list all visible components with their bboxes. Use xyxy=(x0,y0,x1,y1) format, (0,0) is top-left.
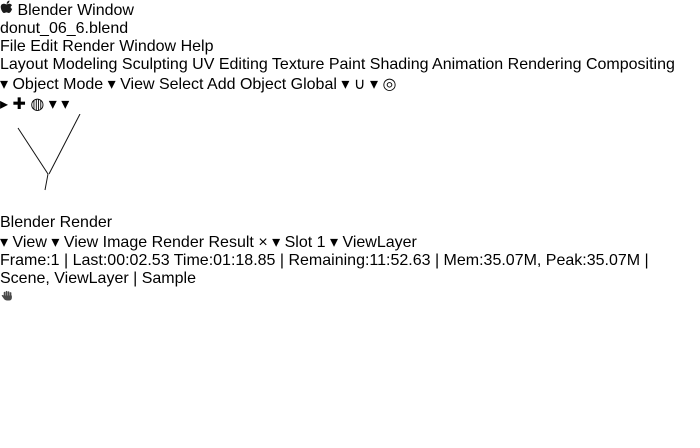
chevron-down-icon: ▾ xyxy=(272,234,281,251)
render-result-image[interactable] xyxy=(0,288,700,308)
tab-modeling[interactable]: Modeling xyxy=(53,56,118,73)
image-datablock-field[interactable]: Render Result xyxy=(152,234,259,251)
view-mode-label: View xyxy=(12,234,47,251)
render-window-title: Blender Render xyxy=(0,214,113,231)
slot-label: Slot 1 xyxy=(284,234,326,251)
snap-magnet-icon[interactable]: ∪ xyxy=(354,76,366,93)
chevron-down-icon: ▾ xyxy=(341,76,350,93)
chevron-down-icon: ▾ xyxy=(329,234,338,251)
viewport-header: ▾ Object Mode ▾ View Select Add Object G… xyxy=(0,74,700,114)
chevron-down-icon: ▾ xyxy=(48,96,57,113)
menu-edit[interactable]: Edit xyxy=(30,38,58,55)
blender-topbar: File Edit Render Window Help Layout Mode… xyxy=(0,38,700,74)
render-titlebar[interactable]: Blender Render xyxy=(0,214,700,232)
image-name: Render Result xyxy=(151,234,254,251)
select-tool-icon[interactable]: ▸ xyxy=(0,96,8,113)
viewport-menu-view[interactable]: View xyxy=(120,76,154,93)
blender-main-window: donut_06_6.blend File Edit Render Window… xyxy=(0,20,700,214)
tab-texture-paint[interactable]: Texture Paint xyxy=(272,56,365,73)
image-editor-header: ▾ View ▾ View Image Render Result × ▾ Sl… xyxy=(0,232,700,252)
viewport-menu-object[interactable]: Object xyxy=(240,76,286,93)
viewport-3d[interactable] xyxy=(0,113,700,214)
orientation-label: Global xyxy=(290,76,337,93)
macos-menubar: Blender Window xyxy=(0,0,700,20)
render-window: Blender Render ▾ View ▾ View Image Rende… xyxy=(0,214,700,308)
menu-render[interactable]: Render xyxy=(62,38,114,55)
chevron-down-icon: ▾ xyxy=(107,76,116,93)
view-mode-dropdown[interactable]: View ▾ xyxy=(12,234,63,251)
orientation-dropdown[interactable]: Global ▾ xyxy=(291,76,354,93)
proportional-editing-icon[interactable]: ◎ xyxy=(382,76,396,93)
macos-window-menu[interactable]: Window xyxy=(77,2,134,19)
tab-uv-editing[interactable]: UV Editing xyxy=(192,56,268,73)
tab-sculpting[interactable]: Sculpting xyxy=(122,56,188,73)
tab-compositing[interactable]: Compositing xyxy=(586,56,675,73)
chevron-down-icon: ▾ xyxy=(370,76,379,93)
render-status-bar: Frame:1 | Last:00:02.53 Time:01:18.85 | … xyxy=(0,252,700,288)
image-menu-image[interactable]: Image xyxy=(103,234,147,251)
viewport-menu-add[interactable]: Add xyxy=(207,76,235,93)
blender-titlebar[interactable]: donut_06_6.blend xyxy=(0,20,700,38)
apple-menu-icon[interactable] xyxy=(0,0,17,19)
blender-window-title: donut_06_6.blend xyxy=(0,20,129,37)
gizmo-toggle-icon[interactable]: ✚ xyxy=(12,96,25,113)
mode-dropdown[interactable]: Object Mode ▾ xyxy=(12,76,120,93)
desktop: Blender Window donut_06_6.blend File Edi… xyxy=(0,0,700,448)
viewport-header-right: ▸ ✚ ◍ ▾ ▾ xyxy=(0,94,700,114)
chevron-down-icon: ▾ xyxy=(0,76,9,93)
light-wireframe xyxy=(17,113,81,191)
chevron-down-icon: ▾ xyxy=(51,234,60,251)
tab-shading[interactable]: Shading xyxy=(370,56,429,73)
render-stats: Frame:1 | Last:00:02.53 Time:01:18.85 | … xyxy=(0,252,649,287)
display-channels-dropdown[interactable]: ▾ xyxy=(272,234,284,251)
slot-dropdown[interactable]: Slot 1 ▾ xyxy=(285,234,343,251)
unlink-image-icon[interactable]: × xyxy=(258,234,267,251)
workspace-tabs: Layout Modeling Sculpting UV Editing Tex… xyxy=(0,56,700,74)
menu-help[interactable]: Help xyxy=(181,38,214,55)
chevron-down-icon: ▾ xyxy=(61,96,70,113)
image-menu-view[interactable]: View xyxy=(64,234,98,251)
menu-file[interactable]: File xyxy=(0,38,26,55)
pan-hand-icon[interactable] xyxy=(0,288,700,308)
menu-window[interactable]: Window xyxy=(119,38,176,55)
viewport-menu-select[interactable]: Select xyxy=(159,76,203,93)
tab-animation[interactable]: Animation xyxy=(432,56,503,73)
chevron-down-icon: ▾ xyxy=(0,234,9,251)
overlays-toggle-icon[interactable]: ◍ xyxy=(30,96,44,113)
tab-layout[interactable]: Layout xyxy=(0,56,48,73)
view-layer-label[interactable]: ViewLayer xyxy=(342,234,416,251)
macos-app-menu[interactable]: Blender xyxy=(17,2,72,19)
tab-rendering[interactable]: Rendering xyxy=(508,56,582,73)
mode-label: Object Mode xyxy=(12,76,104,93)
